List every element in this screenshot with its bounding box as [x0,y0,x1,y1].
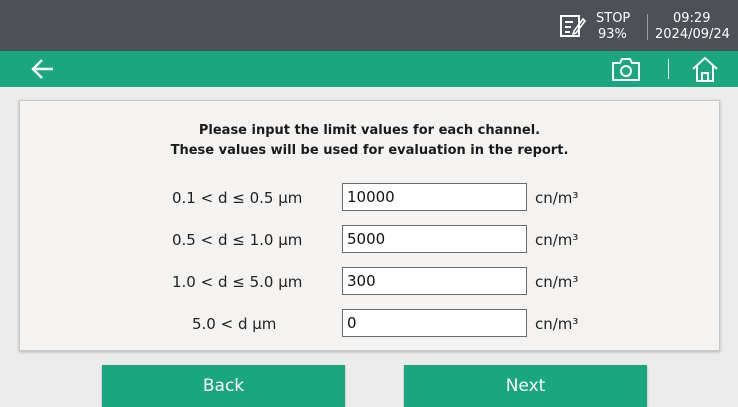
nav-divider [668,59,669,79]
unit-label: cn/m³ [535,189,579,207]
home-icon[interactable] [690,55,720,83]
channel-limit-input[interactable] [342,225,527,253]
back-button[interactable]: Back [102,365,345,407]
clock-time: 09:29 [673,11,711,26]
channel-row: 0.5 < d ≤ 1.0 µm cn/m³ [20,225,719,255]
channel-label: 5.0 < d µm [192,315,277,333]
channel-row: 0.1 < d ≤ 0.5 µm cn/m³ [20,183,719,213]
channel-limit-input[interactable] [342,309,527,337]
channel-label: 0.1 < d ≤ 0.5 µm [172,189,303,207]
channel-row: 5.0 < d µm cn/m³ [20,309,719,339]
status-bar: STOP 93% 09:29 2024/09/24 [0,0,738,51]
camera-icon[interactable] [610,55,642,83]
channel-limit-input[interactable] [342,183,527,211]
channel-limit-input[interactable] [342,267,527,295]
channel-label: 0.5 < d ≤ 1.0 µm [172,231,303,249]
instruction-text-detail: These values will be used for evaluation… [170,143,569,158]
channel-row: 1.0 < d ≤ 5.0 µm cn/m³ [20,267,719,297]
status-divider [647,14,648,40]
unit-label: cn/m³ [535,231,579,249]
nav-bar [0,51,738,87]
unit-label: cn/m³ [535,273,579,291]
battery-level: 93% [598,27,627,42]
edit-note-icon [560,15,586,37]
limit-values-panel: Please input the limit values for each c… [19,100,720,351]
measurement-state: STOP [596,11,631,26]
instruction-text: Please input the limit values for each c… [198,123,541,138]
unit-label: cn/m³ [535,315,579,333]
channel-label: 1.0 < d ≤ 5.0 µm [172,273,303,291]
arrow-left-icon[interactable] [30,56,56,82]
next-button[interactable]: Next [404,365,647,407]
clock-date: 2024/09/24 [655,27,730,42]
